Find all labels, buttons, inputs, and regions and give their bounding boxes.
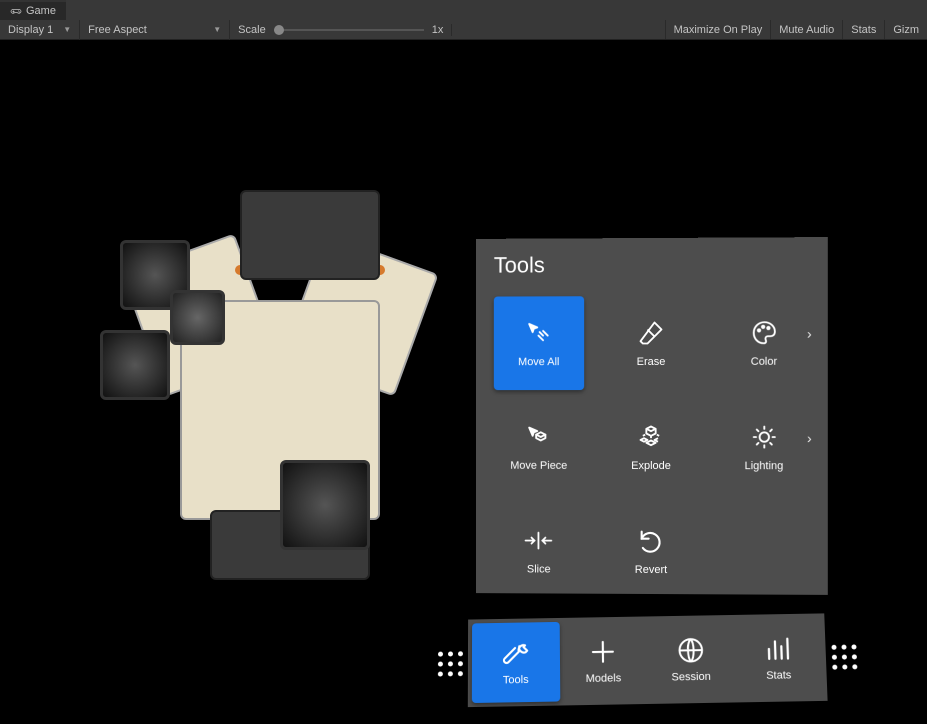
globe-icon [675, 635, 706, 665]
scale-label: Scale [238, 24, 266, 36]
display-dropdown[interactable]: Display 1 ▼ [0, 20, 80, 40]
bottom-bar: Tools Models Session Stats [468, 613, 828, 707]
aspect-dropdown[interactable]: Free Aspect ▼ [80, 20, 230, 40]
tool-label: Color [751, 356, 777, 368]
plus-icon [588, 637, 618, 667]
scale-slider[interactable] [274, 29, 424, 31]
tool-explode[interactable]: Explode [606, 400, 697, 494]
bottombar-bars[interactable]: Stats [733, 617, 823, 698]
stats-button[interactable]: Stats [842, 20, 884, 39]
scale-slider-group: Scale 1x [230, 24, 452, 36]
scale-value: 1x [432, 24, 444, 36]
move-piece-icon [524, 422, 554, 452]
tab-bar: Game [0, 0, 927, 20]
toolbar: Display 1 ▼ Free Aspect ▼ Scale 1x Maxim… [0, 20, 927, 40]
bottombar-wrench[interactable]: Tools [472, 622, 560, 703]
game-viewport[interactable]: Tools Move All Erase Color › Move Piece Explo… [0, 40, 927, 724]
tool-label: Slice [527, 563, 551, 575]
revert-icon [636, 526, 666, 556]
slice-icon [524, 526, 554, 556]
gizmos-button[interactable]: Gizm [884, 20, 927, 39]
chevron-down-icon: ▼ [63, 25, 71, 34]
tool-move-piece[interactable]: Move Piece [494, 400, 584, 494]
chevron-right-icon: › [807, 326, 812, 342]
scale-slider-thumb[interactable] [274, 25, 284, 35]
bottombar-plus[interactable]: Models [559, 620, 647, 701]
tools-grid: Move All Erase Color › Move Piece Explode Ligh… [494, 295, 810, 598]
tab-label: Game [26, 5, 56, 17]
tool-lighting[interactable]: Lighting › [718, 400, 809, 494]
tool-erase[interactable]: Erase [606, 296, 697, 390]
explode-icon [636, 422, 666, 452]
color-icon [749, 318, 779, 348]
bottom-bar-wrap: Tools Models Session Stats [432, 607, 864, 714]
tool-label: Erase [637, 356, 666, 368]
wrench-icon [501, 638, 531, 668]
bottombar-globe[interactable]: Session [646, 619, 735, 700]
display-label: Display 1 [8, 24, 53, 36]
tool-slice[interactable]: Slice [494, 504, 584, 598]
tool-revert[interactable]: Revert [606, 504, 697, 598]
chevron-right-icon: › [807, 430, 812, 446]
toolbar-right: Maximize On Play Mute Audio Stats Gizm [665, 20, 927, 39]
aspect-label: Free Aspect [88, 24, 147, 36]
erase-icon [636, 318, 666, 348]
tool-label: Move All [518, 356, 559, 368]
tools-panel: Tools Move All Erase Color › Move Piece Explo… [476, 237, 828, 595]
bars-icon [762, 634, 793, 664]
game-icon [10, 5, 22, 17]
engine-model[interactable] [80, 180, 480, 580]
maximize-on-play-button[interactable]: Maximize On Play [665, 20, 771, 39]
bottombar-label: Tools [503, 674, 529, 686]
bottombar-label: Stats [766, 669, 792, 681]
tool-label: Lighting [745, 460, 784, 472]
drag-handle-right[interactable] [831, 644, 856, 669]
chevron-down-icon: ▼ [213, 25, 221, 34]
tools-panel-title: Tools [494, 251, 810, 278]
lighting-icon [749, 422, 779, 452]
drag-handle-left[interactable] [438, 651, 462, 676]
tool-label: Revert [635, 564, 667, 576]
bottombar-label: Session [671, 671, 710, 684]
tab-game[interactable]: Game [0, 0, 66, 20]
move-all-icon [524, 318, 554, 348]
bottombar-label: Models [586, 672, 622, 685]
tool-move-all[interactable]: Move All [494, 296, 584, 390]
tool-label: Explode [631, 460, 671, 472]
mute-audio-button[interactable]: Mute Audio [770, 20, 842, 39]
tool-color[interactable]: Color › [718, 295, 809, 390]
toolbar-left: Display 1 ▼ Free Aspect ▼ Scale 1x [0, 20, 452, 40]
tool-label: Move Piece [510, 460, 567, 472]
